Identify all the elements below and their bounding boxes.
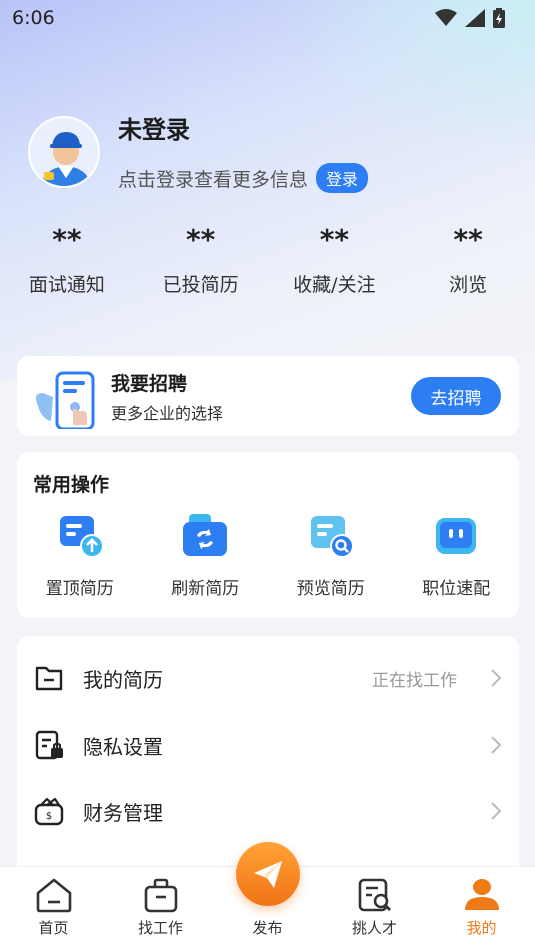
op-job-match[interactable]: 职位速配 (394, 512, 520, 599)
menu-item-my-resume[interactable]: 我的简历 正在找工作 (17, 645, 519, 711)
job-match-icon (436, 518, 477, 554)
signal-icon (465, 9, 485, 27)
login-button[interactable]: 登录 (316, 163, 369, 193)
stat-favorites[interactable]: ** 收藏/关注 (268, 220, 402, 297)
op-label: 预览简历 (296, 579, 365, 599)
menu-value: 正在找工作 (372, 670, 457, 691)
op-refresh-resume[interactable]: 刷新简历 (143, 512, 269, 599)
op-preview-resume[interactable]: 预览简历 (268, 512, 394, 599)
menu-item-finance[interactable]: $ 财务管理 (17, 778, 519, 844)
go-recruit-button[interactable]: 去招聘 (411, 377, 501, 415)
wallet-icon: $ (34, 797, 64, 826)
chevron-right-icon (491, 669, 502, 687)
chevron-right-icon (491, 802, 502, 820)
op-label: 刷新简历 (171, 579, 240, 599)
tab-home[interactable]: 首页 (0, 867, 107, 951)
tab-label: 发布 (252, 919, 283, 937)
home-icon (36, 878, 71, 913)
tab-label: 找工作 (137, 919, 183, 937)
menu-item-privacy[interactable]: 隐私设置 (17, 712, 519, 778)
tab-label: 挑人才 (351, 919, 397, 937)
op-label: 置顶简历 (45, 579, 114, 599)
status-icons (435, 8, 505, 28)
privacy-lock-icon (35, 730, 63, 760)
op-label: 职位速配 (422, 579, 491, 599)
stat-value: ** (185, 223, 216, 256)
avatar[interactable] (28, 115, 100, 188)
search-resume-icon (358, 878, 391, 912)
publish-fab[interactable] (236, 842, 300, 906)
chevron-right-icon (491, 736, 502, 754)
common-ops-card: 常用操作 置顶简历 刷新简历 预览简历 职位速配 (17, 452, 519, 618)
tab-talent[interactable]: 挑人才 (321, 867, 428, 951)
stat-value: ** (52, 223, 82, 256)
stat-views[interactable]: ** 浏览 (401, 220, 535, 297)
tab-find-job[interactable]: 找工作 (107, 867, 214, 951)
paper-plane-icon (254, 861, 282, 888)
battery-icon (493, 8, 505, 28)
menu-label: 我的简历 (83, 667, 163, 692)
tab-label: 我的 (466, 919, 497, 937)
profile-name[interactable]: 未登录 (118, 110, 368, 145)
stat-value: ** (453, 223, 483, 256)
stats-row: ** 面试通知 ** 已投简历 ** 收藏/关注 ** 浏览 (0, 220, 535, 297)
status-time: 6:06 (12, 7, 55, 29)
stat-label: 已投简历 (162, 274, 239, 296)
preview-resume-icon (310, 516, 354, 558)
stat-label: 浏览 (449, 274, 488, 296)
user-icon (464, 879, 499, 910)
recruit-subtitle: 更多企业的选择 (111, 403, 224, 423)
stat-label: 面试通知 (28, 274, 105, 296)
profile-section[interactable]: 未登录 点击登录查看更多信息 登录 (28, 110, 369, 193)
login-hint[interactable]: 点击登录查看更多信息 (118, 165, 308, 192)
recruit-card[interactable]: 我要招聘 更多企业的选择 去招聘 (17, 356, 519, 436)
stat-label: 收藏/关注 (293, 274, 376, 296)
folder-icon (35, 666, 63, 691)
stat-value: ** (319, 223, 350, 256)
menu-card: 我的简历 正在找工作 隐私设置 $ 财务管理 (17, 636, 519, 876)
tab-label: 首页 (38, 919, 69, 937)
tab-mine[interactable]: 我的 (428, 867, 535, 951)
refresh-resume-icon (183, 514, 228, 556)
wifi-icon (435, 9, 457, 26)
ops-title: 常用操作 (33, 474, 110, 496)
resume-top-icon (59, 516, 104, 558)
briefcase-icon (144, 878, 177, 913)
recruit-title: 我要招聘 (111, 372, 188, 395)
stat-interview[interactable]: ** 面试通知 (0, 220, 134, 297)
svg-text:$: $ (46, 811, 52, 822)
menu-label: 财务管理 (83, 800, 163, 825)
status-bar: 6:06 (0, 0, 535, 36)
recruit-phone-icon (35, 371, 95, 429)
stat-applied[interactable]: ** 已投简历 (134, 220, 268, 297)
menu-label: 隐私设置 (83, 734, 163, 759)
op-top-resume[interactable]: 置顶简历 (17, 512, 143, 599)
